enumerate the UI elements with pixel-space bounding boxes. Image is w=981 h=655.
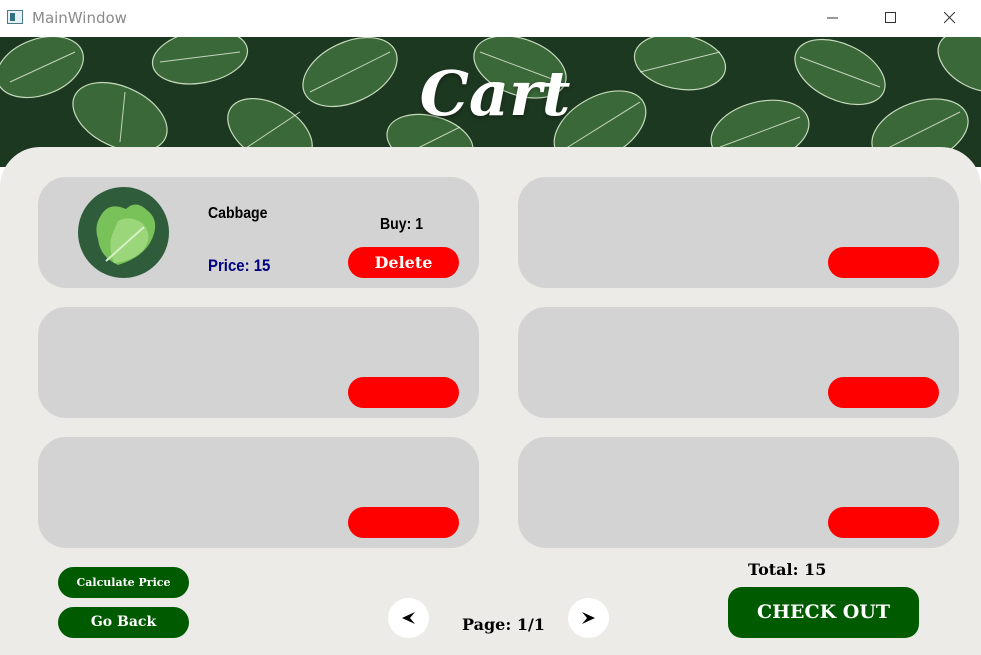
delete-button[interactable] (828, 377, 939, 408)
item-price: Price: 15 (208, 256, 271, 275)
arrow-right-icon (582, 612, 595, 624)
cart-item-card: Cabbage Buy: 1 Price: 15 Delete (38, 177, 479, 288)
cart-item-card (518, 437, 959, 548)
arrow-left-icon (402, 612, 415, 624)
lettuce-icon (78, 187, 169, 278)
page-indicator: Page: 1/1 (462, 615, 545, 634)
cart-item-card (518, 177, 959, 288)
window-title: MainWindow (32, 9, 127, 27)
delete-button[interactable] (828, 247, 939, 278)
maximize-icon (885, 12, 896, 23)
checkout-button[interactable]: CHECK OUT (728, 587, 919, 638)
minimize-button[interactable] (810, 0, 856, 37)
maximize-button[interactable] (868, 0, 914, 37)
delete-button[interactable] (828, 507, 939, 538)
cart-item-card (518, 307, 959, 418)
delete-button[interactable] (348, 507, 459, 538)
app-icon (7, 10, 23, 24)
cart-panel: Cabbage Buy: 1 Price: 15 Delete Calculat… (0, 147, 981, 655)
close-icon (944, 12, 956, 24)
cart-item-card (38, 437, 479, 548)
previous-page-button[interactable] (388, 598, 429, 638)
delete-button[interactable]: Delete (348, 247, 459, 278)
item-quantity: Buy: 1 (380, 216, 424, 233)
cart-item-card (38, 307, 479, 418)
page-title: Cart (419, 57, 571, 130)
go-back-button[interactable]: Go Back (58, 607, 189, 638)
total-price: Total: 15 (748, 560, 827, 579)
title-bar: MainWindow (0, 0, 981, 37)
calculate-price-button[interactable]: Calculate Price (58, 567, 189, 598)
next-page-button[interactable] (568, 598, 609, 638)
delete-button[interactable] (348, 377, 459, 408)
minimize-icon (827, 17, 838, 19)
item-name: Cabbage (208, 205, 268, 222)
close-button[interactable] (927, 0, 973, 37)
